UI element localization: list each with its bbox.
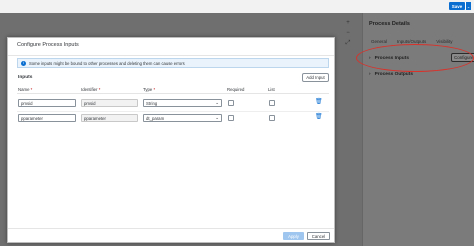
required-checkbox[interactable] [228, 115, 234, 121]
type-select[interactable]: dt_param ⌄ [143, 114, 222, 122]
save-button[interactable]: Save [449, 2, 465, 10]
delete-icon[interactable]: 🗑 [315, 99, 323, 106]
section-label: Process Outputs [374, 72, 413, 77]
column-header-list: List [268, 87, 275, 92]
chevron-down-icon: ⌄ [215, 115, 219, 120]
list-checkbox[interactable] [269, 115, 275, 121]
header-divider [17, 93, 329, 94]
warning-banner: i Some inputs might be bound to other pr… [17, 58, 329, 68]
expand-icon[interactable]: ⤢ [340, 38, 356, 48]
section-process-outputs[interactable]: › Process Outputs [369, 72, 413, 77]
zoom-out-icon[interactable]: − [340, 28, 356, 38]
highlight-ring [356, 44, 474, 72]
add-icon[interactable]: + [340, 18, 356, 28]
tab-general[interactable]: General [371, 39, 387, 44]
identifier-field[interactable]: pparameter [81, 114, 138, 122]
tab-visibility[interactable]: Visibility [436, 39, 452, 44]
apply-button[interactable]: Apply [283, 232, 304, 240]
chevron-down-icon: ⌄ [215, 100, 219, 105]
dialog-footer: Apply Cancel [8, 228, 334, 242]
required-checkbox[interactable] [228, 100, 234, 106]
banner-text: Some inputs might be bound to other proc… [29, 60, 185, 66]
column-header-required: Required [227, 87, 245, 92]
name-field[interactable]: pparameter [18, 114, 76, 122]
canvas-tools: + − ⤢ [340, 18, 356, 48]
dialog-title: Configure Process Inputs [8, 38, 334, 56]
type-value: String [146, 100, 158, 106]
delete-icon[interactable]: 🗑 [315, 114, 323, 121]
name-field[interactable]: pmsid [18, 99, 76, 107]
top-toolbar: Save ⌄ [0, 0, 474, 13]
type-select[interactable]: String ⌄ [143, 99, 222, 107]
chevron-down-icon: ⌄ [466, 3, 471, 9]
save-menu-button[interactable]: ⌄ [465, 2, 471, 10]
column-header-identifier: Identifier * [81, 87, 101, 92]
list-checkbox[interactable] [269, 100, 275, 106]
cancel-button[interactable]: Cancel [307, 232, 330, 240]
add-input-button[interactable]: Add Input [302, 73, 329, 82]
row-divider [17, 111, 329, 112]
identifier-field[interactable]: pmsid [81, 99, 138, 107]
chevron-right-icon: › [369, 72, 371, 77]
info-icon: i [21, 60, 26, 66]
type-value: dt_param [146, 115, 165, 121]
panel-title: Process Details [369, 21, 410, 27]
configure-inputs-dialog: Configure Process Inputs i Some inputs m… [7, 37, 335, 243]
column-header-type: Type * [143, 87, 156, 92]
inputs-heading: Inputs [18, 75, 33, 80]
column-header-name: Name * [18, 87, 33, 92]
